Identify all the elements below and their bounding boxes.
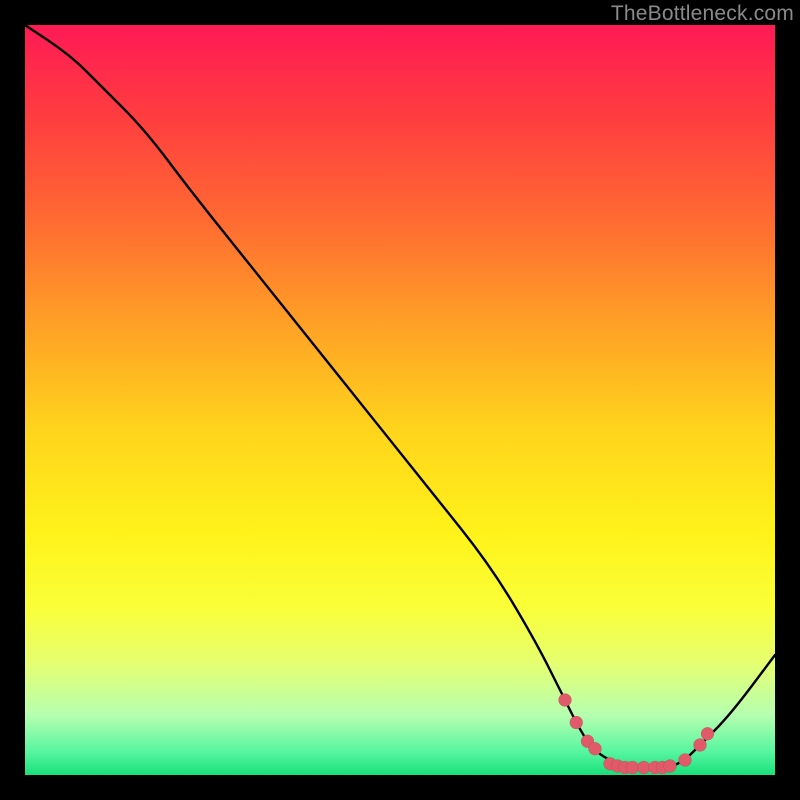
bottleneck-curve xyxy=(25,25,775,768)
chart-container: TheBottleneck.com xyxy=(0,0,800,800)
plot-area xyxy=(25,25,775,775)
highlight-dots xyxy=(559,694,715,775)
curve-svg xyxy=(25,25,775,775)
watermark-text: TheBottleneck.com xyxy=(611,2,794,26)
